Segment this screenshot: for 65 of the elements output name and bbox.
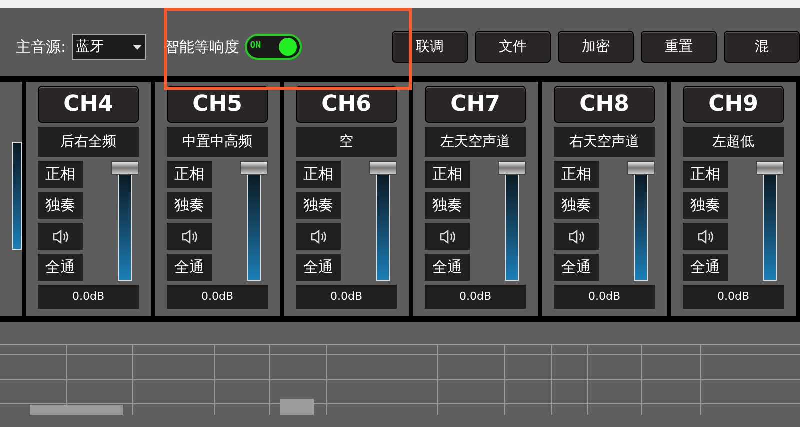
gain-readout: 0.0dB bbox=[296, 285, 397, 309]
gain-readout: 0.0dB bbox=[167, 285, 268, 309]
toolbar-button[interactable]: 重置 bbox=[641, 31, 717, 63]
toolbar-button[interactable]: 文件 bbox=[475, 31, 551, 63]
channel-button[interactable]: CH9 bbox=[683, 86, 784, 123]
channel-name: 左天空声道 bbox=[425, 127, 526, 157]
channel-button[interactable]: CH5 bbox=[167, 86, 268, 123]
source-label: 主音源: bbox=[16, 36, 66, 58]
channel-option-button[interactable]: 全通 bbox=[296, 254, 341, 281]
gain-readout: 0.0dB bbox=[425, 285, 526, 309]
channel-option-button[interactable]: 独奏 bbox=[425, 192, 470, 219]
channel-option-button[interactable]: 全通 bbox=[167, 254, 212, 281]
channel-option-button[interactable]: 正相 bbox=[296, 161, 341, 188]
channel-button[interactable]: CH7 bbox=[425, 86, 526, 123]
speaker-icon bbox=[52, 228, 70, 244]
channel-option-button[interactable]: 独奏 bbox=[167, 192, 212, 219]
channel-option-button[interactable]: 正相 bbox=[554, 161, 599, 188]
channel-option-button[interactable]: 全通 bbox=[554, 254, 599, 281]
dropdown-caret-icon bbox=[133, 44, 142, 50]
channel-option-button[interactable]: 正相 bbox=[167, 161, 212, 188]
fader-thumb[interactable] bbox=[111, 161, 139, 175]
gain-readout: 0.0dB bbox=[554, 285, 655, 309]
speaker-icon bbox=[696, 228, 714, 244]
fader-thumb[interactable] bbox=[240, 161, 268, 175]
channel-option-button[interactable]: 全通 bbox=[683, 254, 728, 281]
channel-option-button[interactable]: 正相 bbox=[425, 161, 470, 188]
mute-button[interactable] bbox=[683, 223, 728, 250]
toggle-knob-icon bbox=[279, 38, 297, 56]
channel-option-button[interactable]: 独奏 bbox=[38, 192, 83, 219]
toolbar-button[interactable]: 混 bbox=[724, 31, 800, 63]
channel-option-button[interactable]: 独奏 bbox=[554, 192, 599, 219]
channel-option-button[interactable]: 全通 bbox=[38, 254, 83, 281]
channel-name: 后右全频 bbox=[38, 127, 139, 157]
channel-name: 空 bbox=[296, 127, 397, 157]
source-dropdown[interactable]: 蓝牙 bbox=[72, 34, 146, 60]
toolbar-button[interactable]: 加密 bbox=[558, 31, 634, 63]
gain-readout: 0.0dB bbox=[38, 285, 139, 309]
speaker-icon bbox=[310, 228, 328, 244]
fader-thumb[interactable] bbox=[369, 161, 397, 175]
speaker-icon bbox=[568, 228, 586, 244]
channel-option-button[interactable]: 全通 bbox=[425, 254, 470, 281]
mute-button[interactable] bbox=[425, 223, 470, 250]
channel-button[interactable]: CH8 bbox=[554, 86, 655, 123]
channel-name: 中置中高频 bbox=[167, 127, 268, 157]
mute-button[interactable] bbox=[554, 223, 599, 250]
fader-thumb[interactable] bbox=[627, 161, 655, 175]
channel-name: 右天空声道 bbox=[554, 127, 655, 157]
channel-option-button[interactable]: 独奏 bbox=[683, 192, 728, 219]
speaker-icon bbox=[180, 228, 198, 244]
toolbar-button[interactable]: 联调 bbox=[392, 31, 468, 63]
speaker-icon bbox=[438, 228, 456, 244]
mute-button[interactable] bbox=[38, 223, 83, 250]
channel-button[interactable]: CH4 bbox=[38, 86, 139, 123]
loudness-toggle[interactable]: ON bbox=[245, 34, 302, 60]
channel-name: 左超低 bbox=[683, 127, 784, 157]
fader-thumb[interactable] bbox=[498, 161, 526, 175]
channel-option-button[interactable]: 独奏 bbox=[296, 192, 341, 219]
graph-band-bar bbox=[280, 399, 314, 415]
gain-readout: 0.0dB bbox=[683, 285, 784, 309]
channel-button[interactable]: CH6 bbox=[296, 86, 397, 123]
channel-option-button[interactable]: 正相 bbox=[38, 161, 83, 188]
mute-button[interactable] bbox=[167, 223, 212, 250]
channel-option-button[interactable]: 正相 bbox=[683, 161, 728, 188]
fader-thumb[interactable] bbox=[756, 161, 784, 175]
mute-button[interactable] bbox=[296, 223, 341, 250]
